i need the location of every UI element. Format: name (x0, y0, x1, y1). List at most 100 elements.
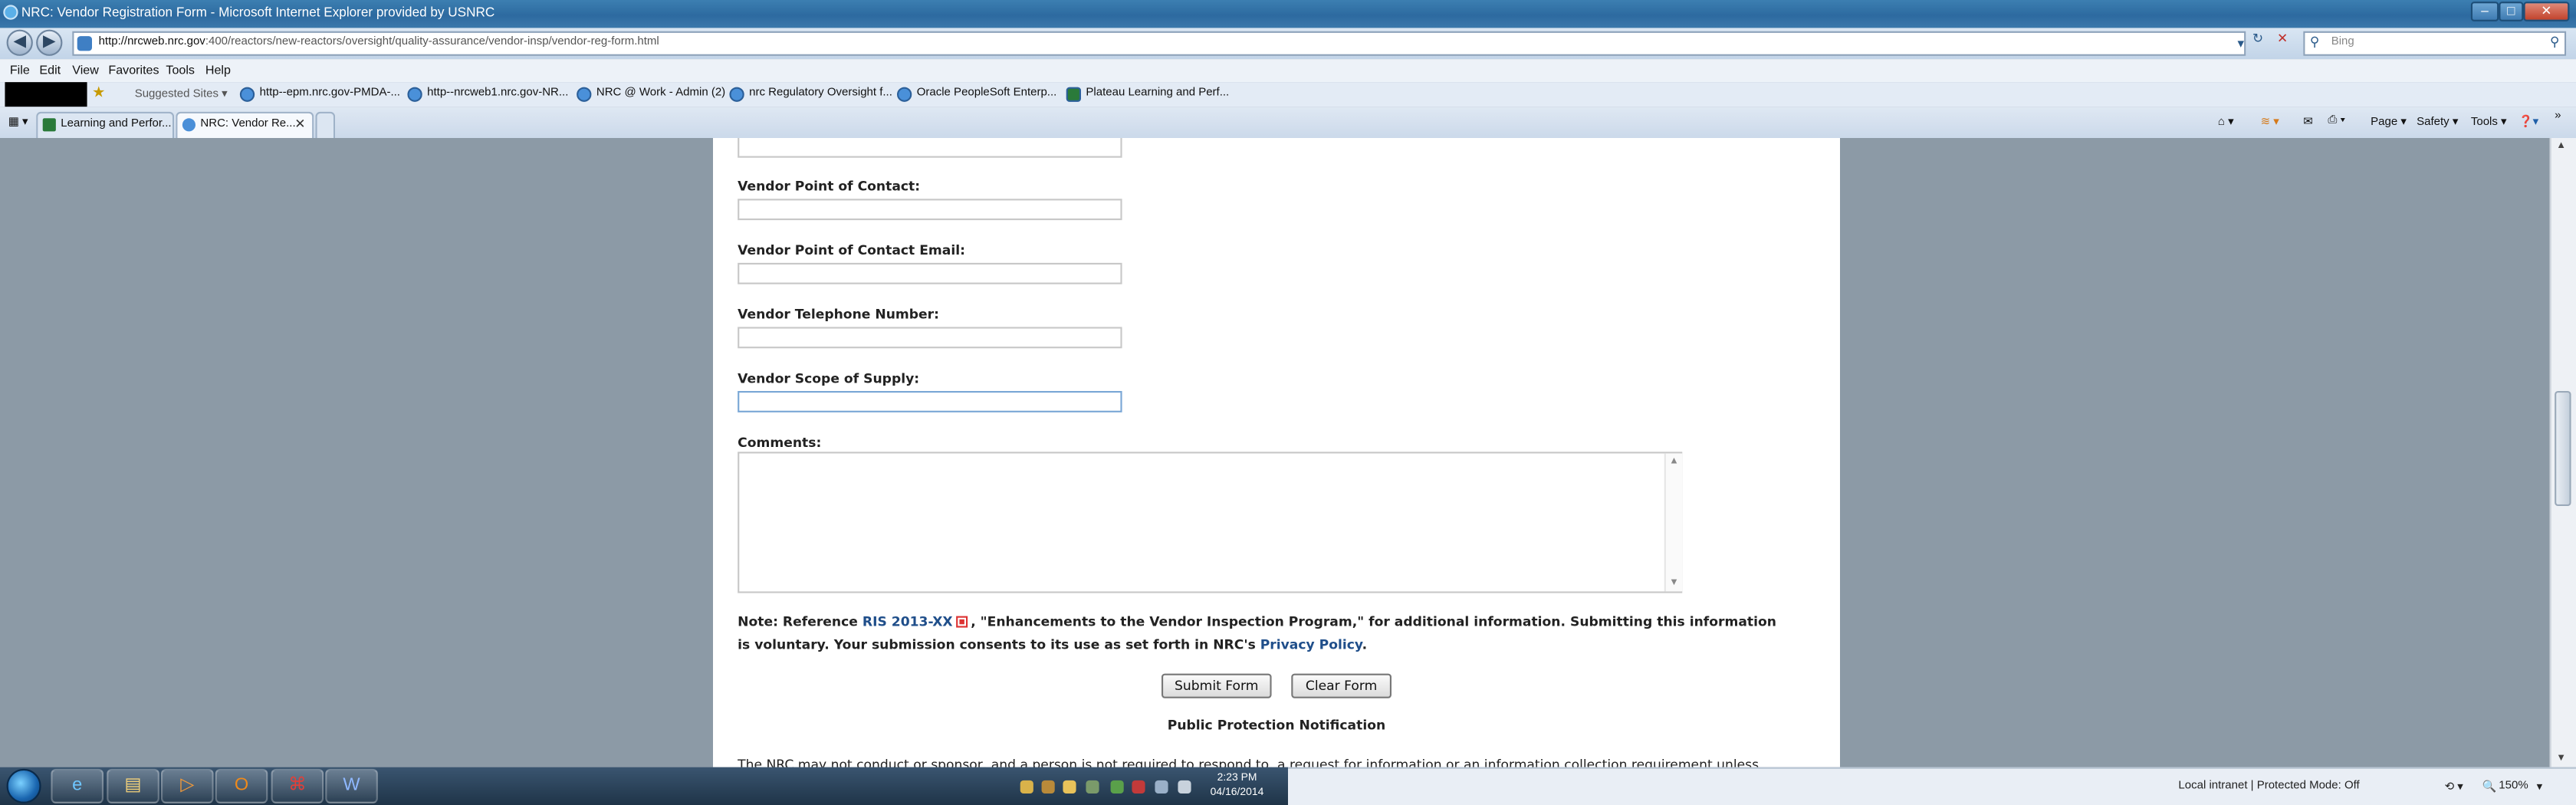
word-icon[interactable]: W (325, 768, 378, 803)
comments-scrollbar[interactable]: ▲ ▼ (1664, 453, 1683, 592)
tray-icon[interactable] (1063, 780, 1076, 794)
scroll-down-icon[interactable]: ▼ (2556, 754, 2566, 764)
zoom-icon[interactable]: 🔍 (2482, 780, 2497, 794)
menu-favorites[interactable]: Favorites (108, 62, 159, 77)
fav-nrcweb1[interactable]: http--nrcweb1.nrc.gov-NR... (427, 87, 568, 99)
note-paragraph: Note: Reference RIS 2013-XX, "Enhancemen… (738, 611, 1789, 656)
point-of-contact-input[interactable] (738, 199, 1122, 221)
menu-file[interactable]: File (10, 62, 30, 77)
fav-link-icon (577, 87, 592, 102)
ie-page-icon (182, 118, 196, 132)
security-zone[interactable]: Local intranet | Protected Mode: Off (2178, 780, 2359, 792)
favorites-star-icon[interactable]: ★ (92, 84, 105, 102)
address-bar[interactable]: http://nrcweb.nrc.gov:400/reactors/new-r… (72, 31, 2246, 56)
fav-suggested-sites[interactable]: Suggested Sites ▾ (135, 87, 228, 100)
tools-menu[interactable]: Tools ▾ (2471, 115, 2507, 128)
note-end: . (1362, 636, 1368, 652)
fav-link-icon (239, 87, 255, 102)
fav-oracle-peoplesoft[interactable]: Oracle PeopleSoft Enterp... (917, 87, 1057, 99)
read-mail-icon[interactable]: ✉ (2303, 115, 2313, 128)
close-tab-icon[interactable]: ✕ (294, 117, 305, 131)
clock-date: 04/16/2014 (1210, 787, 1264, 799)
menu-help[interactable]: Help (205, 62, 231, 77)
rss-feeds-icon[interactable]: ≋ ▾ (2261, 115, 2279, 128)
page-menu[interactable]: Page ▾ (2371, 115, 2407, 128)
menu-view[interactable]: View (72, 62, 99, 77)
page-icon (77, 36, 92, 51)
status-bar: Local intranet | Protected Mode: Off ⟲ ▾… (1288, 767, 2576, 805)
chevron-more-icon[interactable]: » (2555, 110, 2561, 122)
tab-learning[interactable]: Learning and Perfor... (36, 111, 175, 138)
fav-plateau[interactable]: Plateau Learning and Perf... (1086, 87, 1229, 99)
scroll-up-icon[interactable]: ▲ (2556, 141, 2566, 151)
minimize-button[interactable]: – (2470, 2, 2499, 21)
scroll-down-icon[interactable]: ▼ (1666, 578, 1682, 588)
public-protection-heading: Public Protection Notification (1167, 718, 1386, 733)
address-row: ◀ ▶ http://nrcweb.nrc.gov:400/reactors/n… (0, 28, 2576, 60)
page-scrollbar[interactable]: ▲ ▼ (2549, 138, 2576, 767)
menu-tools[interactable]: Tools (166, 62, 195, 77)
submit-form-button[interactable]: Submit Form (1162, 673, 1272, 698)
scope-of-supply-label: Vendor Scope of Supply: (738, 371, 920, 386)
window-title: NRC: Vendor Registration Form - Microsof… (21, 5, 495, 20)
zoom-dropdown-icon[interactable]: ▾ (2537, 780, 2543, 794)
ris-link[interactable]: RIS 2013-XX (863, 614, 953, 629)
volume-icon[interactable] (1178, 780, 1191, 794)
fav-link-icon (897, 87, 912, 102)
scroll-up-icon[interactable]: ▲ (1666, 457, 1682, 467)
address-dropdown-icon[interactable]: ▾ (2238, 36, 2245, 51)
quick-tabs-icon[interactable]: ▦ ▾ (8, 115, 28, 128)
tray-icon[interactable] (1110, 780, 1124, 794)
stop-icon[interactable]: ✕ (2277, 31, 2288, 46)
fav-link-icon (407, 87, 422, 102)
network-icon[interactable] (1155, 780, 1168, 794)
tab-vendor-registration[interactable]: NRC: Vendor Re... ✕ (176, 111, 314, 138)
ie-icon (3, 5, 18, 20)
tray-icon[interactable] (1132, 780, 1145, 794)
contact-email-input[interactable] (738, 262, 1122, 284)
start-button[interactable] (6, 768, 41, 803)
new-tab-button[interactable] (315, 111, 336, 138)
print-icon[interactable]: ⎙ ▾ (2328, 115, 2345, 128)
menu-edit[interactable]: Edit (39, 62, 61, 77)
internet-explorer-icon[interactable]: e (51, 768, 104, 803)
tab-label: NRC: Vendor Re... (200, 118, 296, 130)
help-icon[interactable]: ❓▾ (2518, 115, 2538, 128)
search-go-icon[interactable]: ⚲ (2550, 34, 2560, 49)
close-window-button[interactable]: ✕ (2523, 2, 2570, 21)
file-explorer-icon[interactable]: ▤ (107, 768, 159, 803)
search-input[interactable]: ⚲ Bing ⚲ (2303, 31, 2567, 56)
address-url[interactable]: http://nrcweb.nrc.gov:400/reactors/new-r… (99, 36, 659, 48)
title-bar: NRC: Vendor Registration Form - Microsof… (0, 0, 2576, 28)
previous-field-input[interactable] (738, 138, 1122, 158)
content-viewport: Vendor Point of Contact: Vendor Point of… (0, 138, 2550, 767)
maximize-button[interactable]: □ (2499, 2, 2524, 21)
scope-of-supply-input[interactable] (738, 390, 1122, 412)
fav-epm[interactable]: http--epm.nrc.gov-PMDA-... (260, 87, 400, 99)
home-icon[interactable]: ⌂ ▾ (2218, 115, 2234, 128)
fav-regulatory-oversight[interactable]: nrc Regulatory Oversight f... (749, 87, 892, 99)
media-player-icon[interactable]: ▷ (161, 768, 214, 803)
clear-form-button[interactable]: Clear Form (1291, 673, 1392, 698)
fav-nrc-at-work[interactable]: NRC @ Work - Admin (2) (596, 87, 725, 99)
back-button[interactable]: ◀ (6, 29, 33, 56)
menu-bar: File Edit View Favorites Tools Help (0, 59, 2576, 83)
tray-icon[interactable] (1086, 780, 1099, 794)
favorites-bar: ★ Suggested Sites ▾ http--epm.nrc.gov-PM… (0, 82, 2576, 107)
protected-mode-icon[interactable]: ⟲ ▾ (2445, 780, 2463, 794)
comments-textarea[interactable] (738, 452, 1683, 593)
tray-icon[interactable] (1020, 780, 1033, 794)
scroll-thumb[interactable] (2555, 390, 2571, 506)
zoom-level[interactable]: 150% (2499, 780, 2528, 792)
plateau-icon (42, 118, 56, 132)
telephone-input[interactable] (738, 327, 1122, 349)
taskbar-clock[interactable]: 2:23 PM 04/16/2014 (1203, 770, 1272, 800)
clock-time: 2:23 PM (1217, 772, 1257, 784)
privacy-policy-link[interactable]: Privacy Policy (1260, 636, 1362, 651)
tray-icon[interactable] (1041, 780, 1055, 794)
acrobat-icon[interactable]: ⌘ (271, 768, 324, 803)
outlook-icon[interactable]: O (215, 768, 268, 803)
forward-button[interactable]: ▶ (36, 29, 63, 56)
safety-menu[interactable]: Safety ▾ (2417, 115, 2458, 128)
refresh-icon[interactable]: ↻ (2252, 31, 2263, 46)
